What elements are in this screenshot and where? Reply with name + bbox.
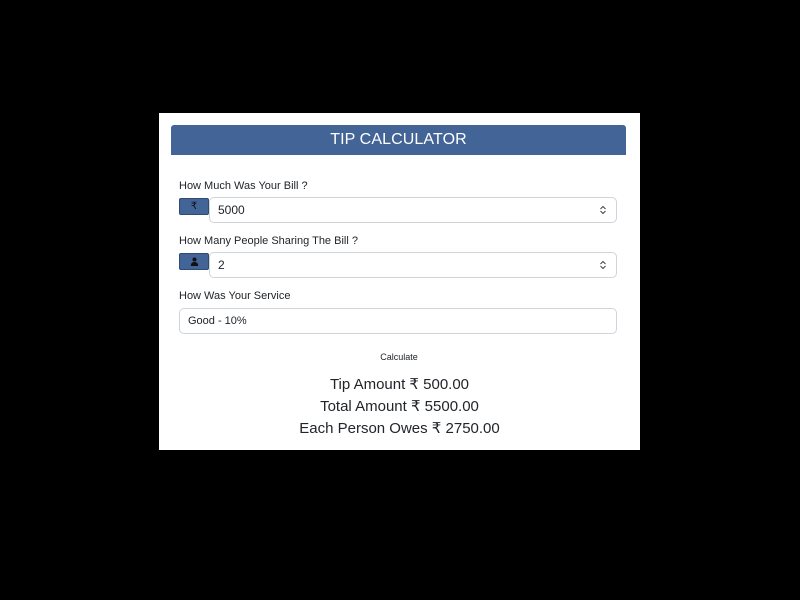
bill-input[interactable]: 5000 <box>209 197 617 223</box>
people-label: How Many People Sharing The Bill ? <box>179 235 358 247</box>
people-input-value: 2 <box>218 258 225 272</box>
app-title: TIP CALCULATOR <box>171 125 626 155</box>
tip-amount-result: Tip Amount ₹ 500.00 <box>329 376 470 393</box>
each-person-result: Each Person Owes ₹ 2750.00 <box>299 420 500 437</box>
number-spinner-icon[interactable] <box>599 260 607 270</box>
service-select[interactable]: Good - 10% <box>179 308 617 334</box>
service-label: How Was Your Service <box>179 290 291 302</box>
bill-input-value: 5000 <box>218 203 245 217</box>
bill-label: How Much Was Your Bill ? <box>179 180 308 192</box>
total-amount-result: Total Amount ₹ 5500.00 <box>320 398 479 415</box>
person-icon <box>179 253 209 270</box>
rupee-icon: ₹ <box>179 198 209 215</box>
people-input[interactable]: 2 <box>209 252 617 278</box>
calculate-button[interactable]: Calculate <box>349 349 449 365</box>
number-spinner-icon[interactable] <box>599 205 607 215</box>
tip-calculator-card: TIP CALCULATOR How Much Was Your Bill ? … <box>159 113 640 450</box>
